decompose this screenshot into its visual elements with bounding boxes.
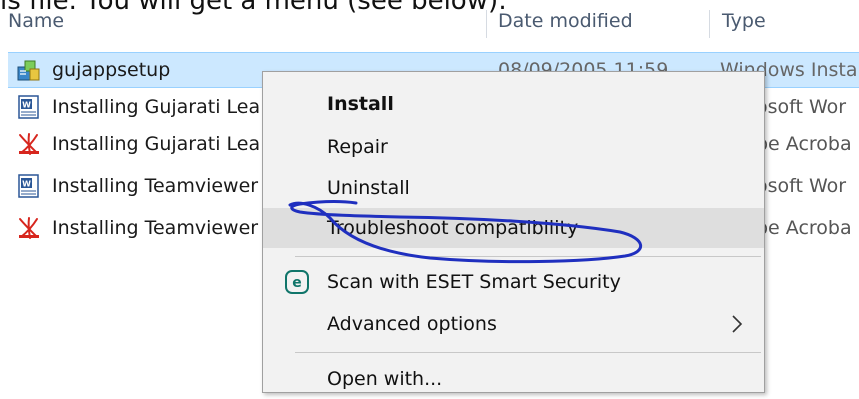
pdf-document-icon	[19, 217, 39, 239]
column-header-name[interactable]: Name	[8, 10, 64, 32]
file-name: Installing Gujarati Lea	[52, 133, 261, 155]
column-separator[interactable]	[486, 10, 487, 38]
menu-item-label: Troubleshoot compatibility	[327, 217, 579, 239]
file-type: osoft Wor	[756, 175, 847, 197]
file-type: be Acroba	[756, 217, 852, 239]
file-name: Installing Gujarati Lea	[52, 96, 261, 118]
menu-item-label: Open with...	[327, 368, 443, 390]
menu-item-label: Uninstall	[327, 177, 410, 199]
svg-text:e: e	[292, 275, 302, 291]
column-header-type[interactable]: Type	[722, 10, 766, 32]
eset-icon: e	[285, 270, 309, 294]
menu-item-advanced-options[interactable]: Advanced options	[263, 304, 764, 344]
svg-text:W: W	[22, 180, 31, 189]
pdf-document-icon	[19, 133, 39, 155]
context-menu: Install Repair Uninstall Troubleshoot co…	[262, 71, 765, 393]
file-name: Installing Teamviewer	[52, 175, 259, 197]
menu-item-scan-eset[interactable]: e Scan with ESET Smart Security	[263, 262, 764, 302]
file-name: Installing Teamviewer	[52, 217, 259, 239]
file-name: gujappsetup	[52, 59, 171, 81]
instruction-text: is file. You will get a menu (see below)…	[0, 0, 507, 16]
file-type: be Acroba	[756, 133, 852, 155]
installer-icon	[17, 60, 40, 81]
chevron-right-icon	[732, 315, 743, 333]
menu-item-label: Install	[327, 93, 394, 115]
menu-item-troubleshoot-compatibility[interactable]: Troubleshoot compatibility	[263, 208, 764, 248]
svg-text:W: W	[22, 101, 31, 110]
column-separator[interactable]	[709, 10, 710, 38]
menu-item-install[interactable]: Install	[263, 84, 764, 124]
menu-item-label: Scan with ESET Smart Security	[327, 271, 621, 293]
menu-item-uninstall[interactable]: Uninstall	[263, 168, 764, 208]
word-document-icon: W	[18, 174, 39, 198]
menu-separator	[295, 352, 761, 353]
word-document-icon: W	[18, 95, 39, 119]
column-header-date[interactable]: Date modified	[498, 10, 633, 32]
menu-item-label: Advanced options	[327, 313, 497, 335]
menu-separator	[295, 256, 761, 257]
menu-item-repair[interactable]: Repair	[263, 127, 764, 167]
file-type: osoft Wor	[756, 96, 847, 118]
menu-item-label: Repair	[327, 136, 388, 158]
menu-item-open-with[interactable]: Open with...	[263, 359, 764, 399]
